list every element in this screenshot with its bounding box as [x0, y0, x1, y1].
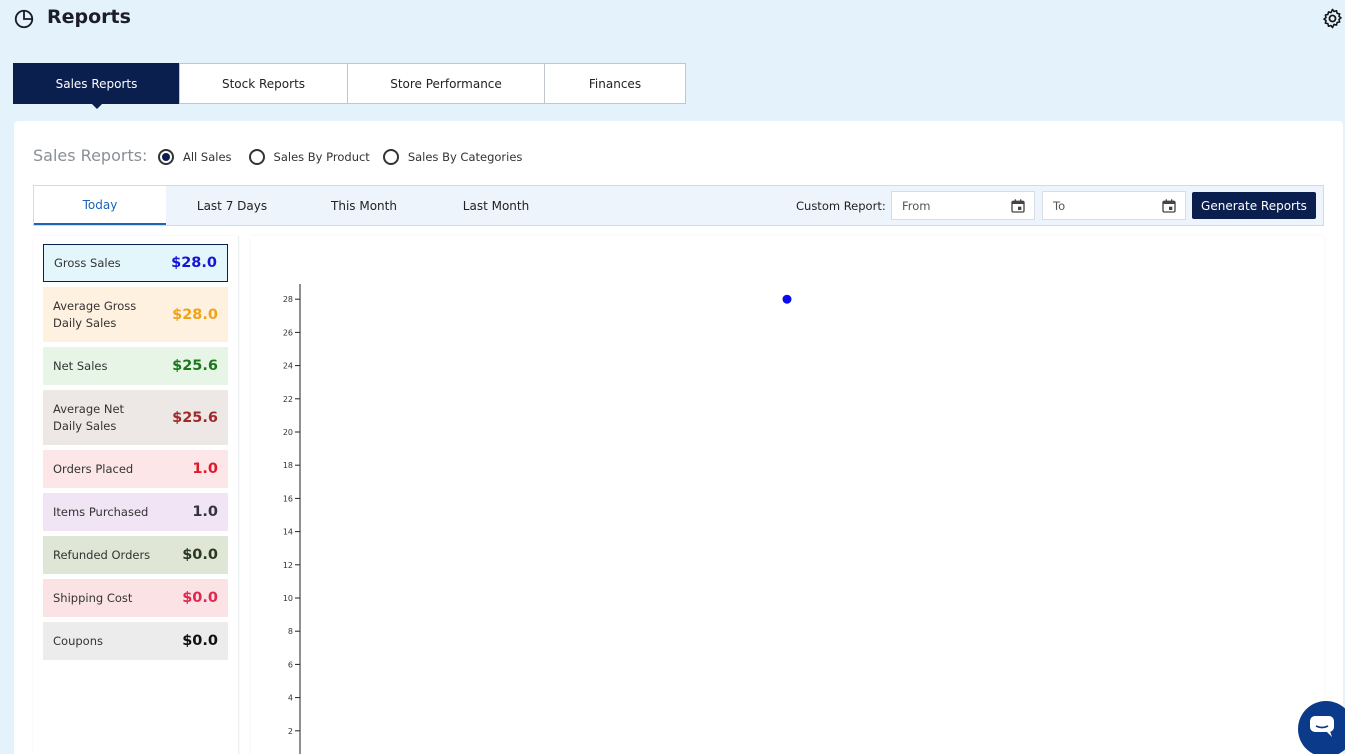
- y-tick-label: 6: [288, 660, 293, 669]
- tab-store-performance[interactable]: Store Performance: [347, 63, 545, 104]
- stat-name: Net Sales: [53, 358, 108, 373]
- radio-checked-icon[interactable]: [158, 149, 174, 165]
- radio-label: All Sales: [183, 150, 232, 164]
- stat-name: Coupons: [53, 633, 103, 648]
- radio-label: Sales By Product: [273, 150, 370, 164]
- stat-name: Average Net Daily Sales: [53, 401, 125, 433]
- gear-icon[interactable]: [1321, 7, 1344, 30]
- stat-value: $0.0: [182, 590, 218, 606]
- calendar-icon[interactable]: [1010, 198, 1026, 214]
- chat-icon: [1310, 716, 1334, 737]
- y-tick-label: 4: [288, 694, 293, 703]
- radio-sales-by-product[interactable]: Sales By Product: [248, 149, 370, 165]
- stat-card: Items Purchased 1.0: [43, 493, 228, 531]
- top-bar: Reports: [0, 0, 1345, 40]
- sales-type-radio-group: All Sales Sales By Product Sales By Cate…: [158, 149, 535, 165]
- stat-value: $25.6: [172, 409, 218, 426]
- tab-stock-reports[interactable]: Stock Reports: [179, 63, 348, 104]
- chart-panel: 28 26 24 22 20 18 16 14 12 10 8 6 4 2: [251, 236, 1324, 754]
- y-tick-label: 14: [283, 528, 293, 537]
- stat-card: Net Sales $25.6: [43, 347, 228, 385]
- period-tab-last-7-days[interactable]: Last 7 Days: [166, 186, 298, 225]
- tab-sales-reports[interactable]: Sales Reports: [13, 63, 180, 109]
- period-tab-this-month[interactable]: This Month: [298, 186, 430, 225]
- y-tick-label: 16: [283, 494, 293, 503]
- period-tab-last-month[interactable]: Last Month: [430, 186, 562, 225]
- stat-name: Average Gross Daily Sales: [53, 298, 137, 330]
- sales-reports-label: Sales Reports:: [33, 146, 148, 165]
- from-placeholder: From: [902, 198, 931, 213]
- stat-name: Gross Sales: [54, 255, 121, 270]
- calendar-icon[interactable]: [1161, 198, 1177, 214]
- stat-name: Refunded Orders: [53, 547, 151, 562]
- y-tick-label: 12: [283, 561, 293, 570]
- stat-card: Average Gross Daily Sales $28.0: [43, 287, 228, 342]
- stat-value: $25.6: [172, 358, 218, 374]
- stat-value: $28.0: [171, 255, 217, 271]
- custom-report-label: Custom Report:: [796, 199, 886, 213]
- page-title: Reports: [47, 6, 131, 28]
- stat-card: Refunded Orders $0.0: [43, 536, 228, 574]
- tab-finances[interactable]: Finances: [544, 63, 686, 104]
- to-date-input[interactable]: To: [1042, 191, 1186, 220]
- generate-reports-button[interactable]: Generate Reports: [1192, 192, 1316, 219]
- stat-name: Items Purchased: [53, 504, 149, 519]
- radio-label: Sales By Categories: [407, 150, 523, 164]
- stat-name: Orders Placed: [53, 461, 134, 476]
- radio-all-sales[interactable]: All Sales: [158, 149, 232, 165]
- y-tick-label: 10: [283, 594, 293, 603]
- y-tick-label: 24: [283, 362, 293, 371]
- stat-name: Shipping Cost: [53, 590, 133, 605]
- y-tick-label: 2: [288, 727, 293, 736]
- y-tick-label: 22: [283, 395, 293, 404]
- pie-chart-icon: [14, 9, 34, 29]
- y-tick-label: 26: [283, 328, 293, 337]
- chat-button[interactable]: [1298, 701, 1345, 754]
- y-tick-label: 28: [283, 295, 293, 304]
- y-tick-label: 8: [288, 627, 293, 636]
- radio-unchecked-icon[interactable]: [382, 149, 399, 165]
- sales-chart: 28 26 24 22 20 18 16 14 12 10 8 6 4 2: [283, 284, 792, 754]
- to-placeholder: To: [1053, 198, 1066, 213]
- stat-value: $0.0: [182, 547, 218, 563]
- stat-card: Shipping Cost $0.0: [43, 579, 228, 617]
- radio-sales-by-categories[interactable]: Sales By Categories: [382, 149, 523, 165]
- y-tick-label: 18: [283, 461, 293, 470]
- stat-value: 1.0: [192, 461, 218, 477]
- data-point[interactable]: [782, 294, 792, 304]
- period-tab-today[interactable]: Today: [34, 186, 166, 225]
- stat-card: Orders Placed 1.0: [43, 450, 228, 488]
- report-tabs: Sales Reports Stock Reports Store Perfor…: [13, 63, 686, 109]
- stat-card: Gross Sales $28.0: [43, 244, 228, 282]
- stat-card: Coupons $0.0: [43, 622, 228, 660]
- y-tick-label: 20: [283, 428, 293, 437]
- radio-unchecked-icon[interactable]: [248, 149, 265, 165]
- stat-value: $0.0: [182, 633, 218, 649]
- from-date-input[interactable]: From: [891, 191, 1035, 220]
- stat-value: 1.0: [192, 504, 218, 520]
- stat-value: $28.0: [172, 306, 218, 323]
- stat-card: Average Net Daily Sales $25.6: [43, 390, 228, 445]
